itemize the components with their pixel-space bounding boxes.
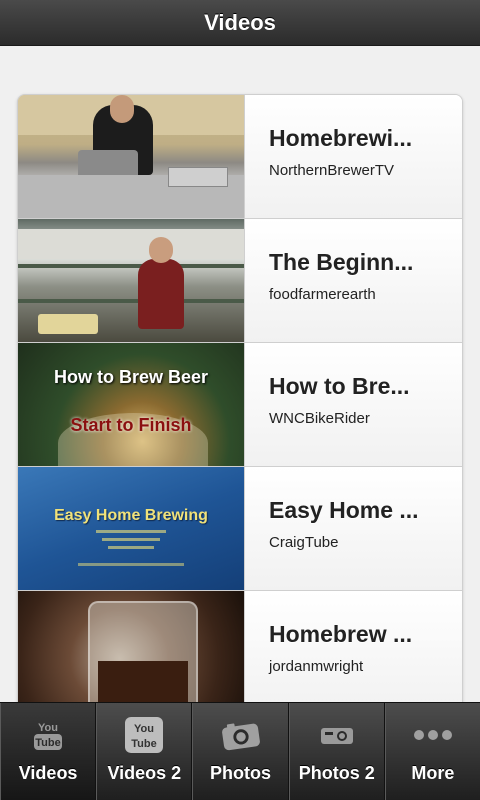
video-list: Homebrewi... NorthernBrewerTV The Beginn… <box>17 94 463 702</box>
tab-label: Videos <box>18 763 78 783</box>
video-thumbnail: How to Brew Beer Start to Finish <box>18 343 245 466</box>
tab-photos-2[interactable]: Photos 2 <box>288 703 385 800</box>
more-dots-icon <box>413 715 453 755</box>
video-title: Homebrew ... <box>269 621 413 647</box>
thumbnail-caption: How to Brew Beer <box>53 367 209 387</box>
header-bar: Videos <box>0 0 480 46</box>
video-title: The Beginn... <box>269 249 414 275</box>
video-channel: CraigTube <box>269 534 339 551</box>
youtube-icon: You Tube <box>124 715 164 755</box>
svg-text:Tube: Tube <box>132 738 157 750</box>
tab-label: Videos 2 <box>107 763 182 783</box>
camera-icon <box>221 715 261 755</box>
tab-label: Photos <box>210 763 271 783</box>
video-channel: WNCBikeRider <box>269 410 370 427</box>
projector-icon <box>317 715 357 755</box>
tab-more[interactable]: More <box>384 703 480 800</box>
video-thumbnail: Easy Home Brewing <box>18 467 245 590</box>
tab-videos-2[interactable]: You Tube Videos 2 <box>96 703 193 800</box>
svg-text:Tube: Tube <box>35 737 60 749</box>
video-title: Homebrewi... <box>269 125 413 151</box>
video-channel: foodfarmerearth <box>269 286 376 303</box>
video-channel: NorthernBrewerTV <box>269 162 395 179</box>
svg-text:You: You <box>134 723 154 735</box>
bottom-tab-bar: You Tube Videos You Tube Videos 2 Photos… <box>0 702 480 800</box>
youtube-icon: You Tube <box>28 715 68 755</box>
thumbnail-caption: Easy Home Brewing <box>54 507 208 524</box>
video-thumbnail <box>18 591 245 702</box>
video-row[interactable]: Homebrew ... jordanmwright <box>18 591 462 702</box>
video-thumbnail <box>18 219 245 342</box>
tab-label: Photos 2 <box>298 763 375 783</box>
video-list-area[interactable]: Homebrewi... NorthernBrewerTV The Beginn… <box>0 46 480 702</box>
video-channel: jordanmwright <box>269 658 364 675</box>
video-thumbnail <box>18 95 245 218</box>
tab-photos[interactable]: Photos <box>192 703 289 800</box>
thumbnail-caption: Start to Finish <box>70 415 192 435</box>
page-title: Videos <box>204 9 276 35</box>
video-row[interactable]: Easy Home Brewing Easy Home ... CraigTub… <box>18 467 462 591</box>
tab-label: More <box>411 763 455 783</box>
video-title: Easy Home ... <box>269 497 419 523</box>
tab-videos[interactable]: You Tube Videos <box>0 703 97 800</box>
video-row[interactable]: The Beginn... foodfarmerearth <box>18 219 462 343</box>
video-row[interactable]: How to Brew Beer Start to Finish How to … <box>18 343 462 467</box>
svg-text:You: You <box>38 722 58 734</box>
video-row[interactable]: Homebrewi... NorthernBrewerTV <box>18 95 462 219</box>
video-title: How to Bre... <box>269 373 410 399</box>
